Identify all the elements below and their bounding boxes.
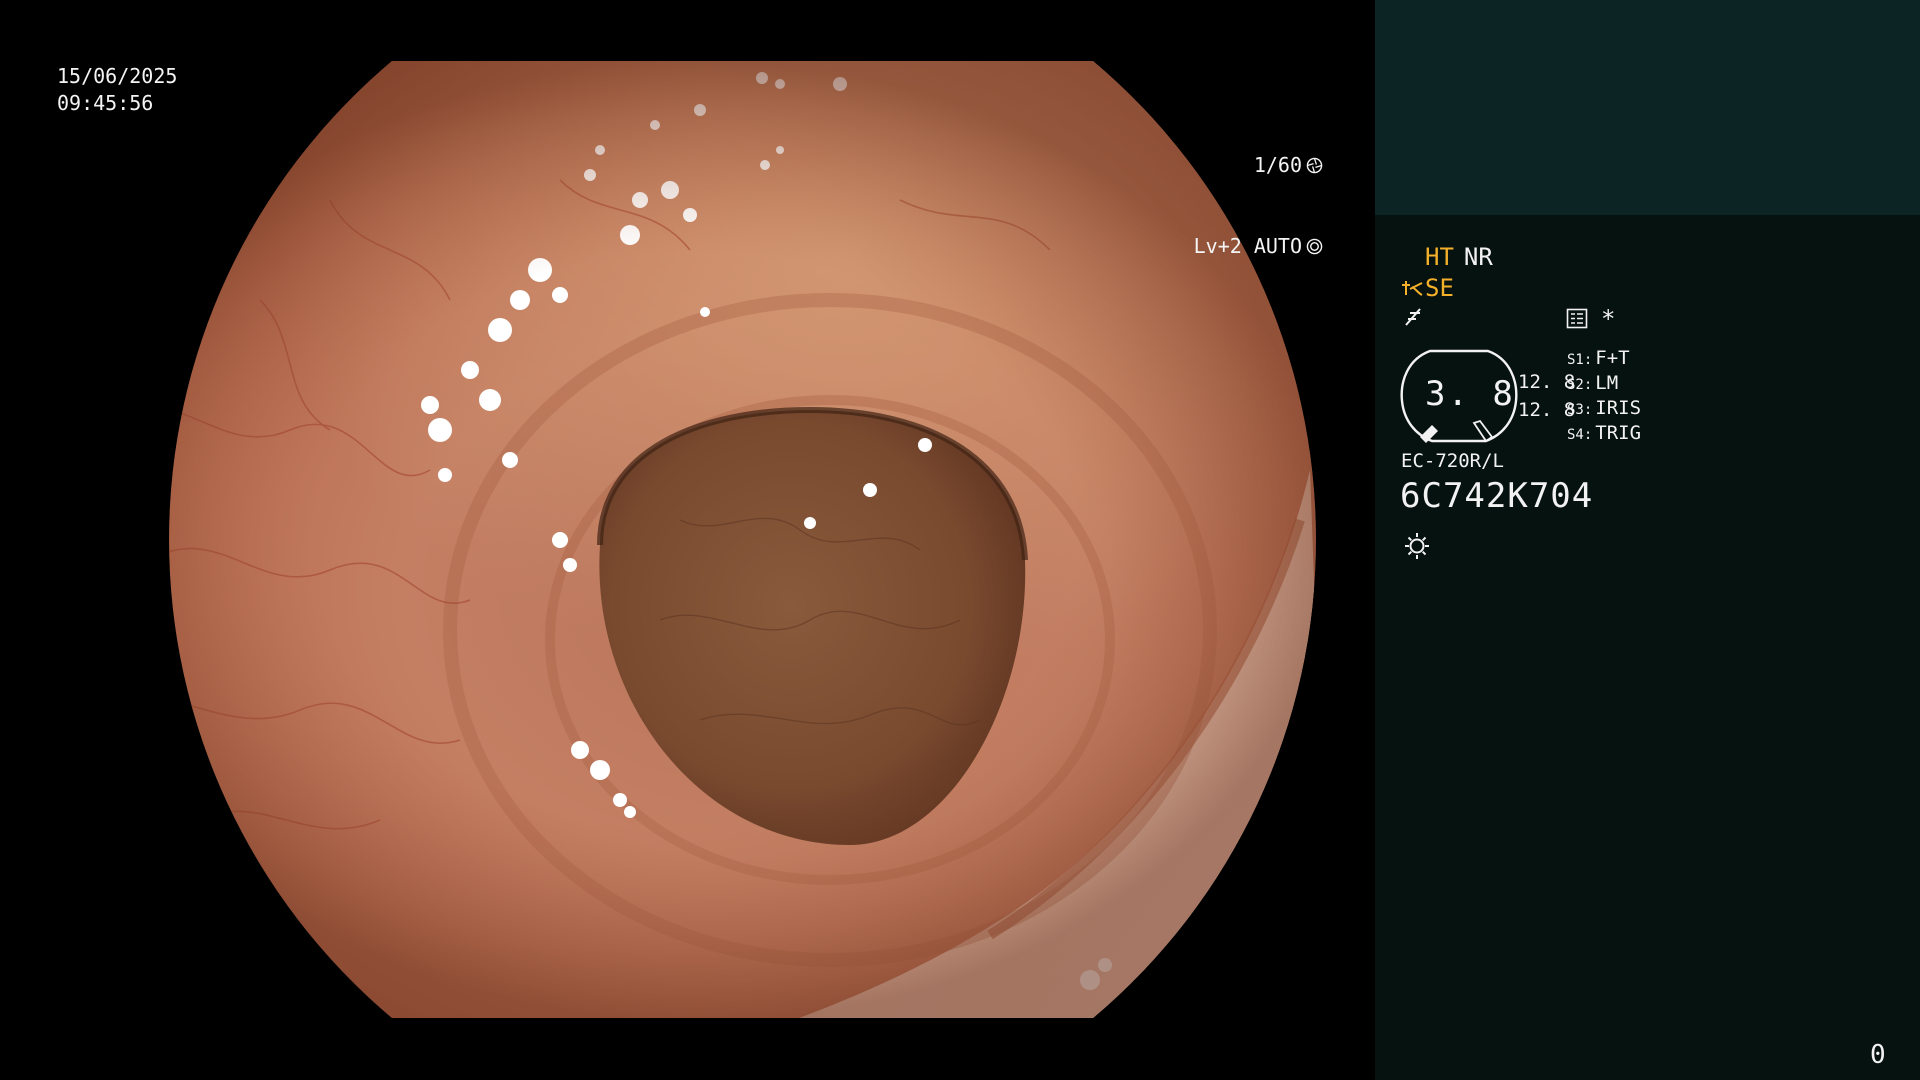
date-time-display: 15/06/2025 09:45:56: [57, 63, 177, 117]
iris-auto-icon: [1306, 238, 1323, 255]
asterisk-indicator: *: [1601, 305, 1616, 333]
switch-value: IRIS: [1595, 397, 1642, 419]
switch-s1: S1: F+T: [1567, 347, 1630, 369]
se-label: SE: [1425, 274, 1454, 302]
image-mode-row: HT NR: [1425, 243, 1503, 271]
structure-enhance-icon: [1402, 281, 1423, 296]
switch-key: S2:: [1567, 377, 1593, 393]
scope-model: EC-720R/L: [1401, 450, 1504, 472]
time-text: 09:45:56: [57, 91, 154, 115]
switch-s4: S4: TRIG: [1567, 422, 1641, 444]
panel-header-area: [1375, 0, 1920, 215]
structure-enhance-row: SE: [1400, 274, 1454, 302]
freeze-icon: [1405, 308, 1421, 326]
shutter-speed-text: 1/60: [1253, 153, 1302, 177]
aperture-icon: [1306, 157, 1323, 174]
exposure-info: 1/60 Lv+2 AUTO: [1194, 98, 1323, 314]
date-text: 15/06/2025: [57, 64, 178, 88]
light-source-icon: [1405, 533, 1429, 559]
info-panel: HT NR SE * 3. 8 12. 8 12. 8 S1: F+T S2: LM …: [1375, 0, 1920, 1080]
switch-key: S1:: [1567, 352, 1593, 368]
switch-key: S3:: [1567, 402, 1593, 418]
switch-s2: S2: LM: [1567, 372, 1618, 394]
endoscopic-image: [169, 61, 1316, 1018]
switch-value: LM: [1595, 372, 1619, 394]
endoscope-image-view: 15/06/2025 09:45:56 1/60 Lv+2 AUTO: [0, 0, 1375, 1080]
scope-serial: 6C742K704: [1400, 476, 1594, 516]
switch-value: F+T: [1595, 347, 1630, 369]
zoom-value: 3. 8: [1425, 374, 1515, 414]
shutter-row: 1/60: [1194, 152, 1323, 179]
switch-value: TRIG: [1595, 422, 1642, 444]
exposure-level-text: Lv+2 AUTO: [1193, 234, 1302, 258]
switch-s3: S3: IRIS: [1567, 397, 1641, 419]
ht-mode-label: HT: [1425, 243, 1454, 271]
switch-key: S4:: [1567, 427, 1593, 443]
nr-mode-label: NR: [1463, 243, 1493, 271]
menu-list-icon: [1566, 308, 1588, 329]
frame-counter: 0: [1870, 1040, 1886, 1070]
exposure-row: Lv+2 AUTO: [1194, 233, 1323, 260]
